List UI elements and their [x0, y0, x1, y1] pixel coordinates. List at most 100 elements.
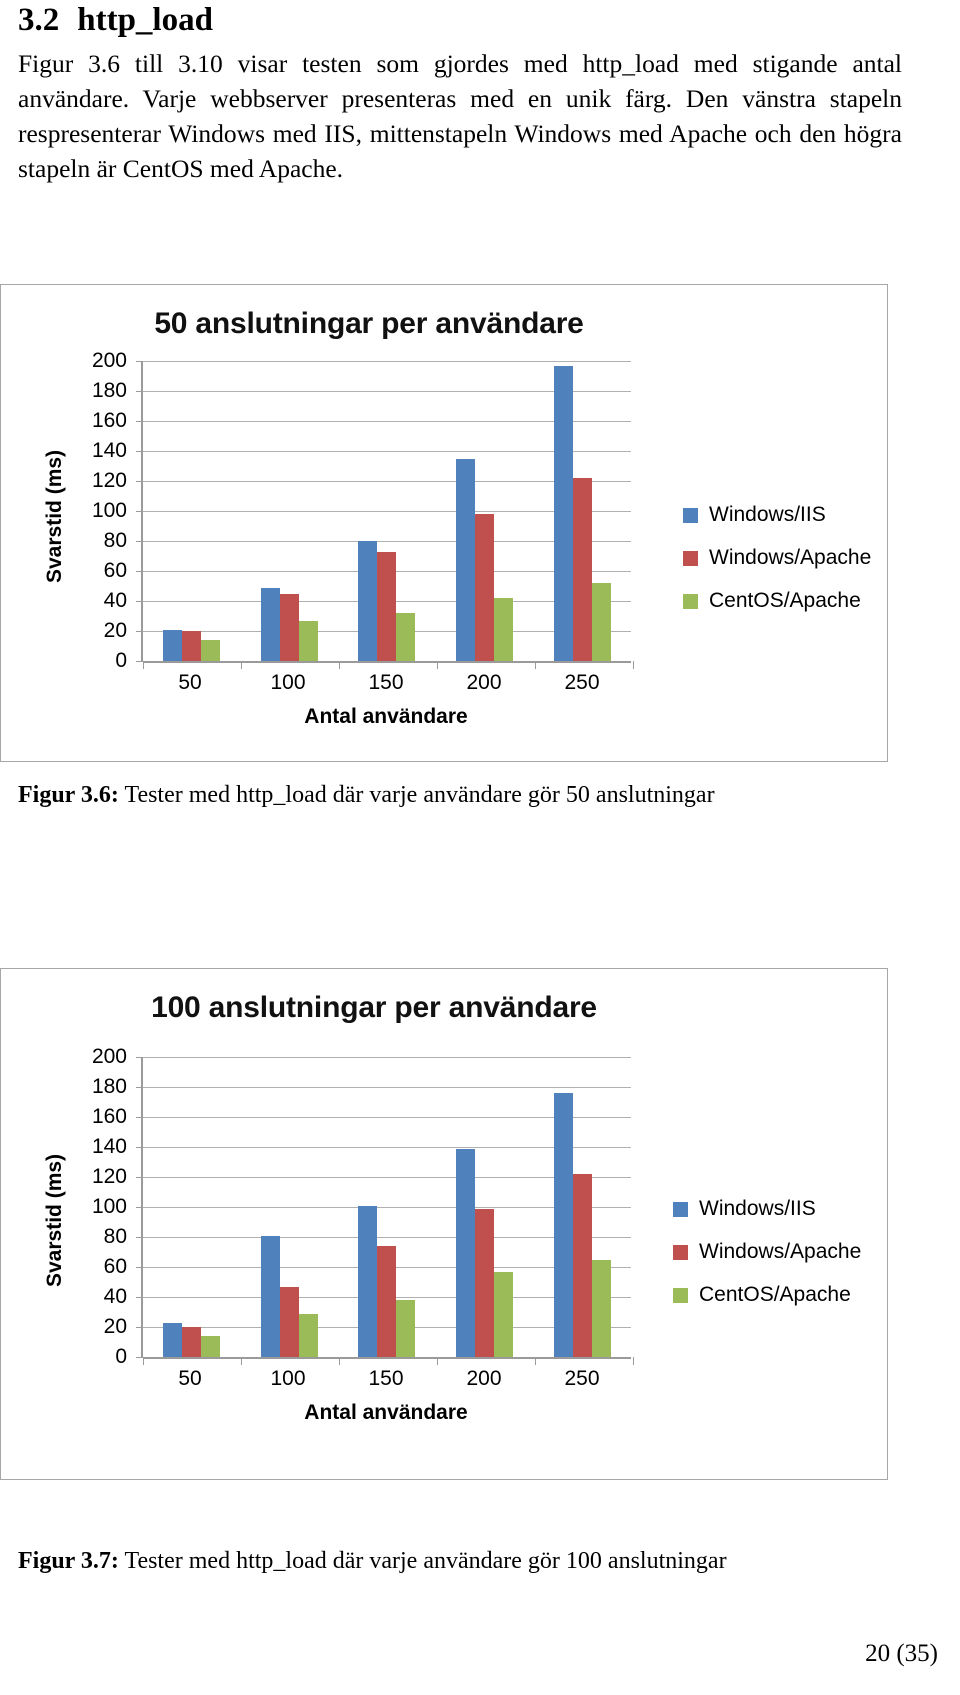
- x-axis-tick-label: 100: [270, 671, 306, 694]
- bar-centos-apache: [494, 1271, 514, 1357]
- legend-swatch-icon: [673, 1244, 688, 1260]
- y-axis-tick-label: 120: [91, 469, 127, 492]
- y-axis-tick-label: 60: [103, 1255, 127, 1278]
- y-axis-tick: [136, 1147, 143, 1148]
- section-title: http_load: [77, 2, 213, 38]
- chart-2-y-axis-title: Svarstid (ms): [43, 1153, 66, 1287]
- chart-2-title: 100 anslutningar per användare: [151, 991, 597, 1024]
- x-axis-tick-label: 50: [178, 1367, 202, 1390]
- bar-centos-apache: [201, 640, 221, 661]
- y-axis-tick-label: 140: [91, 1135, 127, 1158]
- body-paragraph: Figur 3.6 till 3.10 visar testen som gjo…: [18, 49, 902, 183]
- x-axis-tick: [535, 661, 536, 669]
- y-axis-tick: [136, 481, 143, 482]
- x-axis-tick-label: 200: [466, 1367, 502, 1390]
- y-axis-tick-label: 0: [115, 649, 127, 672]
- y-axis-tick: [136, 1087, 143, 1088]
- x-axis-tick: [339, 1357, 340, 1365]
- legend-label: CentOS/Apache: [709, 589, 861, 612]
- y-axis-tick-label: 40: [103, 1285, 127, 1308]
- x-axis-tick-label: 150: [368, 671, 404, 694]
- legend-label: Windows/Apache: [699, 1240, 862, 1263]
- figure-1-caption: Figur 3.6: Tester med http_load där varj…: [18, 782, 715, 809]
- chart-2-legend: Windows/IIS Windows/Apache CentOS/Apache: [673, 1197, 861, 1326]
- figure-1-caption-label: Figur 3.6:: [18, 782, 119, 808]
- y-axis-tick-label: 20: [103, 619, 127, 642]
- section-number: 3.2: [18, 2, 60, 38]
- y-axis-tick: [136, 541, 143, 542]
- legend-item: Windows/IIS: [683, 503, 871, 527]
- bar-group: [241, 1057, 339, 1357]
- x-axis-tick-label: 250: [564, 1367, 600, 1390]
- bar-group: [338, 1057, 436, 1357]
- bar-centos-apache: [591, 583, 611, 661]
- chart-1-plot-area: [136, 361, 634, 669]
- x-axis-tick: [241, 661, 242, 669]
- legend-item: Windows/IIS: [673, 1197, 861, 1221]
- bar-windows-apache: [475, 514, 495, 661]
- x-axis-tick-label: 250: [564, 671, 600, 694]
- y-axis-tick-label: 60: [103, 559, 127, 582]
- bar-windows-apache: [377, 1246, 397, 1357]
- bar-centos-apache: [396, 613, 416, 661]
- bar-windows-iis: [553, 1093, 573, 1357]
- legend-label: Windows/IIS: [709, 503, 826, 526]
- bar-centos-apache: [396, 1300, 416, 1357]
- x-axis-tick: [143, 1357, 144, 1365]
- bar-windows-iis: [456, 458, 476, 661]
- x-axis-tick: [437, 1357, 438, 1365]
- bar-windows-apache: [182, 1327, 202, 1357]
- y-axis-tick: [136, 1357, 143, 1358]
- bar-windows-apache: [572, 478, 592, 661]
- chart-2-x-axis-title: Antal användare: [304, 1401, 468, 1424]
- x-axis-tick: [143, 661, 144, 669]
- y-axis-tick-label: 100: [91, 1195, 127, 1218]
- y-axis-tick: [136, 1057, 143, 1058]
- y-axis-tick-label: 20: [103, 1315, 127, 1338]
- y-axis-tick: [136, 511, 143, 512]
- y-axis-tick: [136, 361, 143, 362]
- bar-group: [533, 361, 631, 661]
- y-axis-tick: [136, 1237, 143, 1238]
- y-axis-tick-label: 160: [91, 1105, 127, 1128]
- y-axis-tick-label: 0: [115, 1345, 127, 1368]
- bar-group: [143, 361, 241, 661]
- x-axis-tick: [633, 661, 634, 669]
- bar-windows-apache: [182, 631, 202, 661]
- chart-1-legend: Windows/IIS Windows/Apache CentOS/Apache: [683, 503, 871, 632]
- bar-windows-iis: [456, 1148, 476, 1357]
- y-axis-tick-label: 160: [91, 409, 127, 432]
- x-axis-tick-label: 100: [270, 1367, 306, 1390]
- figure-2-caption-label: Figur 3.7:: [18, 1548, 119, 1574]
- x-axis-tick: [241, 1357, 242, 1365]
- bar-windows-iis: [260, 587, 280, 661]
- section-heading: 3.2 http_load: [18, 2, 213, 39]
- x-axis-tick: [339, 661, 340, 669]
- bar-centos-apache: [494, 598, 514, 661]
- y-axis-tick-label: 80: [103, 529, 127, 552]
- y-axis-tick-label: 120: [91, 1165, 127, 1188]
- bar-windows-apache: [475, 1208, 495, 1357]
- bar-windows-iis: [553, 365, 573, 661]
- bar-windows-apache: [279, 1286, 299, 1357]
- bar-group: [143, 1057, 241, 1357]
- y-axis-tick-label: 180: [91, 1075, 127, 1098]
- y-axis-tick-label: 200: [91, 1045, 127, 1068]
- y-axis-tick: [136, 1207, 143, 1208]
- document-page: 3.2 http_load Figur 3.6 till 3.10 visar t…: [0, 0, 960, 1695]
- y-axis-tick: [136, 571, 143, 572]
- legend-swatch-icon: [683, 550, 698, 566]
- chart-1-title: 50 anslutningar per användare: [154, 307, 584, 340]
- page-number: 20 (35): [865, 1640, 938, 1667]
- chart-1-x-axis-title: Antal användare: [304, 705, 468, 728]
- gridline: [143, 1357, 631, 1359]
- bar-centos-apache: [591, 1259, 611, 1357]
- legend-item: Windows/Apache: [673, 1240, 861, 1264]
- x-axis-tick: [437, 661, 438, 669]
- y-axis-tick: [136, 391, 143, 392]
- bar-windows-iis: [163, 1322, 183, 1357]
- y-axis-tick: [136, 1297, 143, 1298]
- gridline: [143, 661, 631, 663]
- legend-label: Windows/IIS: [699, 1197, 816, 1220]
- legend-label: CentOS/Apache: [699, 1283, 851, 1306]
